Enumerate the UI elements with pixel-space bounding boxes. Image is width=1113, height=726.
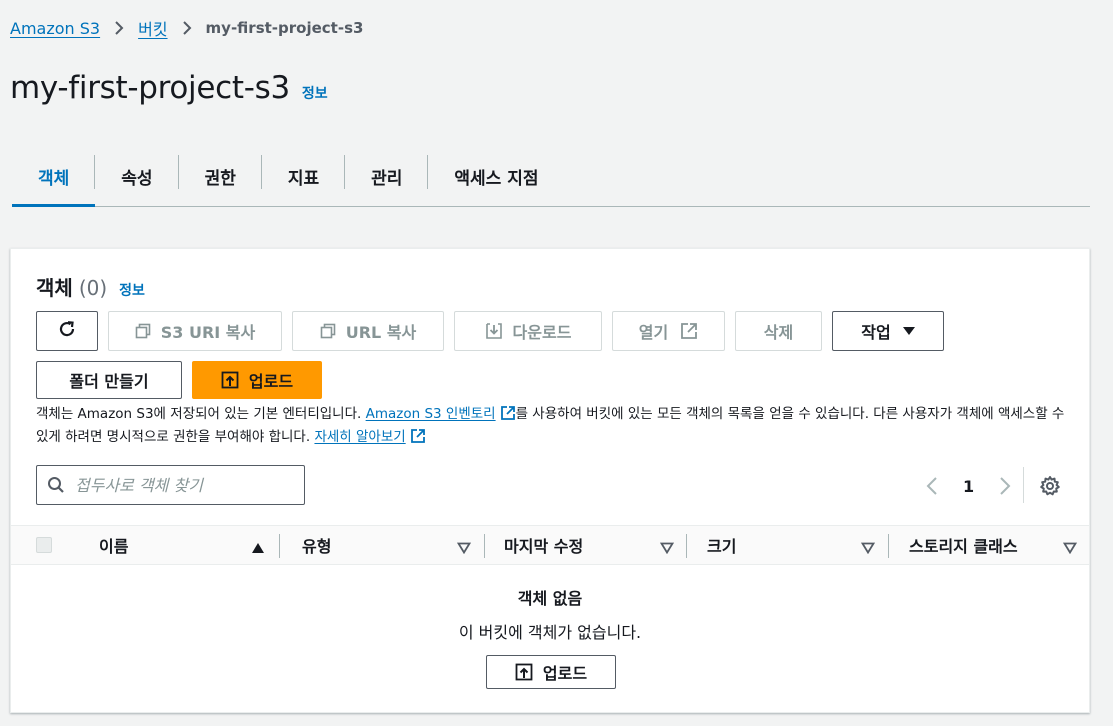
panel-info-link[interactable]: 정보: [119, 280, 145, 300]
column-last-modified[interactable]: 마지막 수정: [504, 526, 688, 564]
copy-icon: [320, 323, 336, 339]
panel-title: 객체: [36, 276, 73, 300]
object-count: (0): [78, 276, 108, 300]
sort-caret-icon: [659, 539, 675, 558]
copy-url-label: URL 복사: [345, 323, 417, 342]
column-divider: [686, 534, 687, 558]
learn-more-link[interactable]: 자세히 알아보기: [314, 429, 405, 445]
upload-label: 업로드: [248, 372, 294, 391]
chevron-right-icon: [182, 20, 192, 36]
upload-icon: [221, 371, 239, 389]
info-link[interactable]: 정보: [302, 83, 328, 103]
refresh-icon: [57, 319, 77, 343]
tab-objects[interactable]: 객체: [12, 147, 96, 207]
column-name-label: 이름: [99, 537, 129, 556]
inventory-link[interactable]: Amazon S3 인벤토리: [366, 406, 496, 422]
open-button[interactable]: 열기: [612, 311, 725, 351]
sort-caret-icon: [1062, 539, 1078, 558]
refresh-button[interactable]: [36, 311, 98, 351]
search-box: [36, 465, 305, 505]
column-type[interactable]: 유형: [302, 526, 485, 564]
search-input[interactable]: [75, 475, 285, 495]
external-link-icon[interactable]: [410, 428, 426, 450]
chevron-left-icon[interactable]: [921, 476, 943, 496]
page-header: my-first-project-s3 정보: [10, 70, 328, 106]
gear-icon[interactable]: [1039, 475, 1061, 501]
tab-management[interactable]: 관리: [345, 147, 429, 206]
download-label: 다운로드: [512, 323, 572, 342]
breadcrumb-current: my-first-project-s3: [205, 19, 364, 37]
upload-icon: [515, 663, 533, 681]
select-all-checkbox[interactable]: [36, 537, 52, 553]
actions-label: 작업: [861, 323, 891, 342]
download-icon: [485, 322, 503, 340]
column-divider: [888, 534, 889, 558]
tab-metrics[interactable]: 지표: [262, 147, 346, 206]
tab-bar: 객체 속성 권한 지표 관리 액세스 지점: [12, 147, 1090, 207]
create-folder-button[interactable]: 폴더 만들기: [36, 361, 182, 399]
table-header: 이름 유형 마지막 수정 크기 스토리지 클래스: [11, 525, 1089, 565]
panel-header: 객체 (0) 정보: [36, 272, 145, 301]
actions-dropdown[interactable]: 작업: [832, 311, 944, 351]
column-storage-class[interactable]: 스토리지 클래스: [909, 526, 1089, 564]
caret-down-icon: [902, 326, 915, 336]
chevron-right-icon[interactable]: [994, 476, 1016, 496]
download-button[interactable]: 다운로드: [454, 311, 602, 351]
column-name[interactable]: 이름: [99, 526, 279, 564]
empty-upload-label: 업로드: [542, 664, 588, 683]
create-folder-label: 폴더 만들기: [69, 372, 149, 391]
copy-s3-uri-label: S3 URI 복사: [160, 323, 256, 342]
column-type-label: 유형: [302, 537, 332, 556]
column-divider: [279, 534, 280, 558]
column-size-label: 크기: [707, 537, 737, 556]
breadcrumb-buckets[interactable]: 버킷: [138, 16, 167, 40]
sort-ascending-icon: [251, 539, 265, 558]
page-number[interactable]: 1: [963, 477, 974, 496]
empty-state-message: 이 버킷에 객체가 없습니다.: [458, 623, 642, 642]
breadcrumb-amazon-s3[interactable]: Amazon S3: [10, 19, 100, 38]
tab-properties[interactable]: 속성: [95, 147, 179, 206]
empty-upload-button[interactable]: 업로드: [486, 655, 616, 689]
sort-caret-icon: [860, 539, 876, 558]
objects-panel: 객체 (0) 정보 S3 URI 복사 URL 복사 다운로드 열기 삭제 작업…: [10, 248, 1090, 713]
open-label: 열기: [638, 323, 669, 342]
empty-state-title: 객체 없음: [517, 589, 583, 608]
tab-access-points[interactable]: 액세스 지점: [428, 147, 564, 206]
delete-button[interactable]: 삭제: [735, 311, 822, 351]
tab-permissions[interactable]: 권한: [179, 147, 263, 206]
external-link-icon: [680, 322, 698, 340]
copy-url-button[interactable]: URL 복사: [292, 311, 444, 351]
pagination: 1: [921, 471, 1016, 501]
column-size[interactable]: 크기: [707, 526, 889, 564]
objects-description: 객체는 Amazon S3에 저장되어 있는 기본 엔터티입니다. Amazon…: [36, 404, 1066, 450]
page-title: my-first-project-s3: [10, 70, 290, 106]
copy-icon: [135, 323, 151, 339]
column-last-modified-label: 마지막 수정: [504, 537, 584, 556]
search-icon: [47, 476, 65, 494]
breadcrumb: Amazon S3 버킷 my-first-project-s3: [10, 16, 363, 40]
chevron-right-icon: [114, 20, 124, 36]
external-link-icon[interactable]: [500, 405, 516, 427]
pager-divider: [1023, 467, 1024, 503]
copy-s3-uri-button[interactable]: S3 URI 복사: [108, 311, 282, 351]
sort-caret-icon: [456, 539, 472, 558]
column-divider: [484, 534, 485, 558]
description-text-1: 객체는 Amazon S3에 저장되어 있는 기본 엔터티입니다.: [36, 406, 366, 422]
column-storage-class-label: 스토리지 클래스: [909, 537, 1018, 556]
upload-button[interactable]: 업로드: [192, 361, 322, 399]
delete-label: 삭제: [763, 323, 794, 342]
